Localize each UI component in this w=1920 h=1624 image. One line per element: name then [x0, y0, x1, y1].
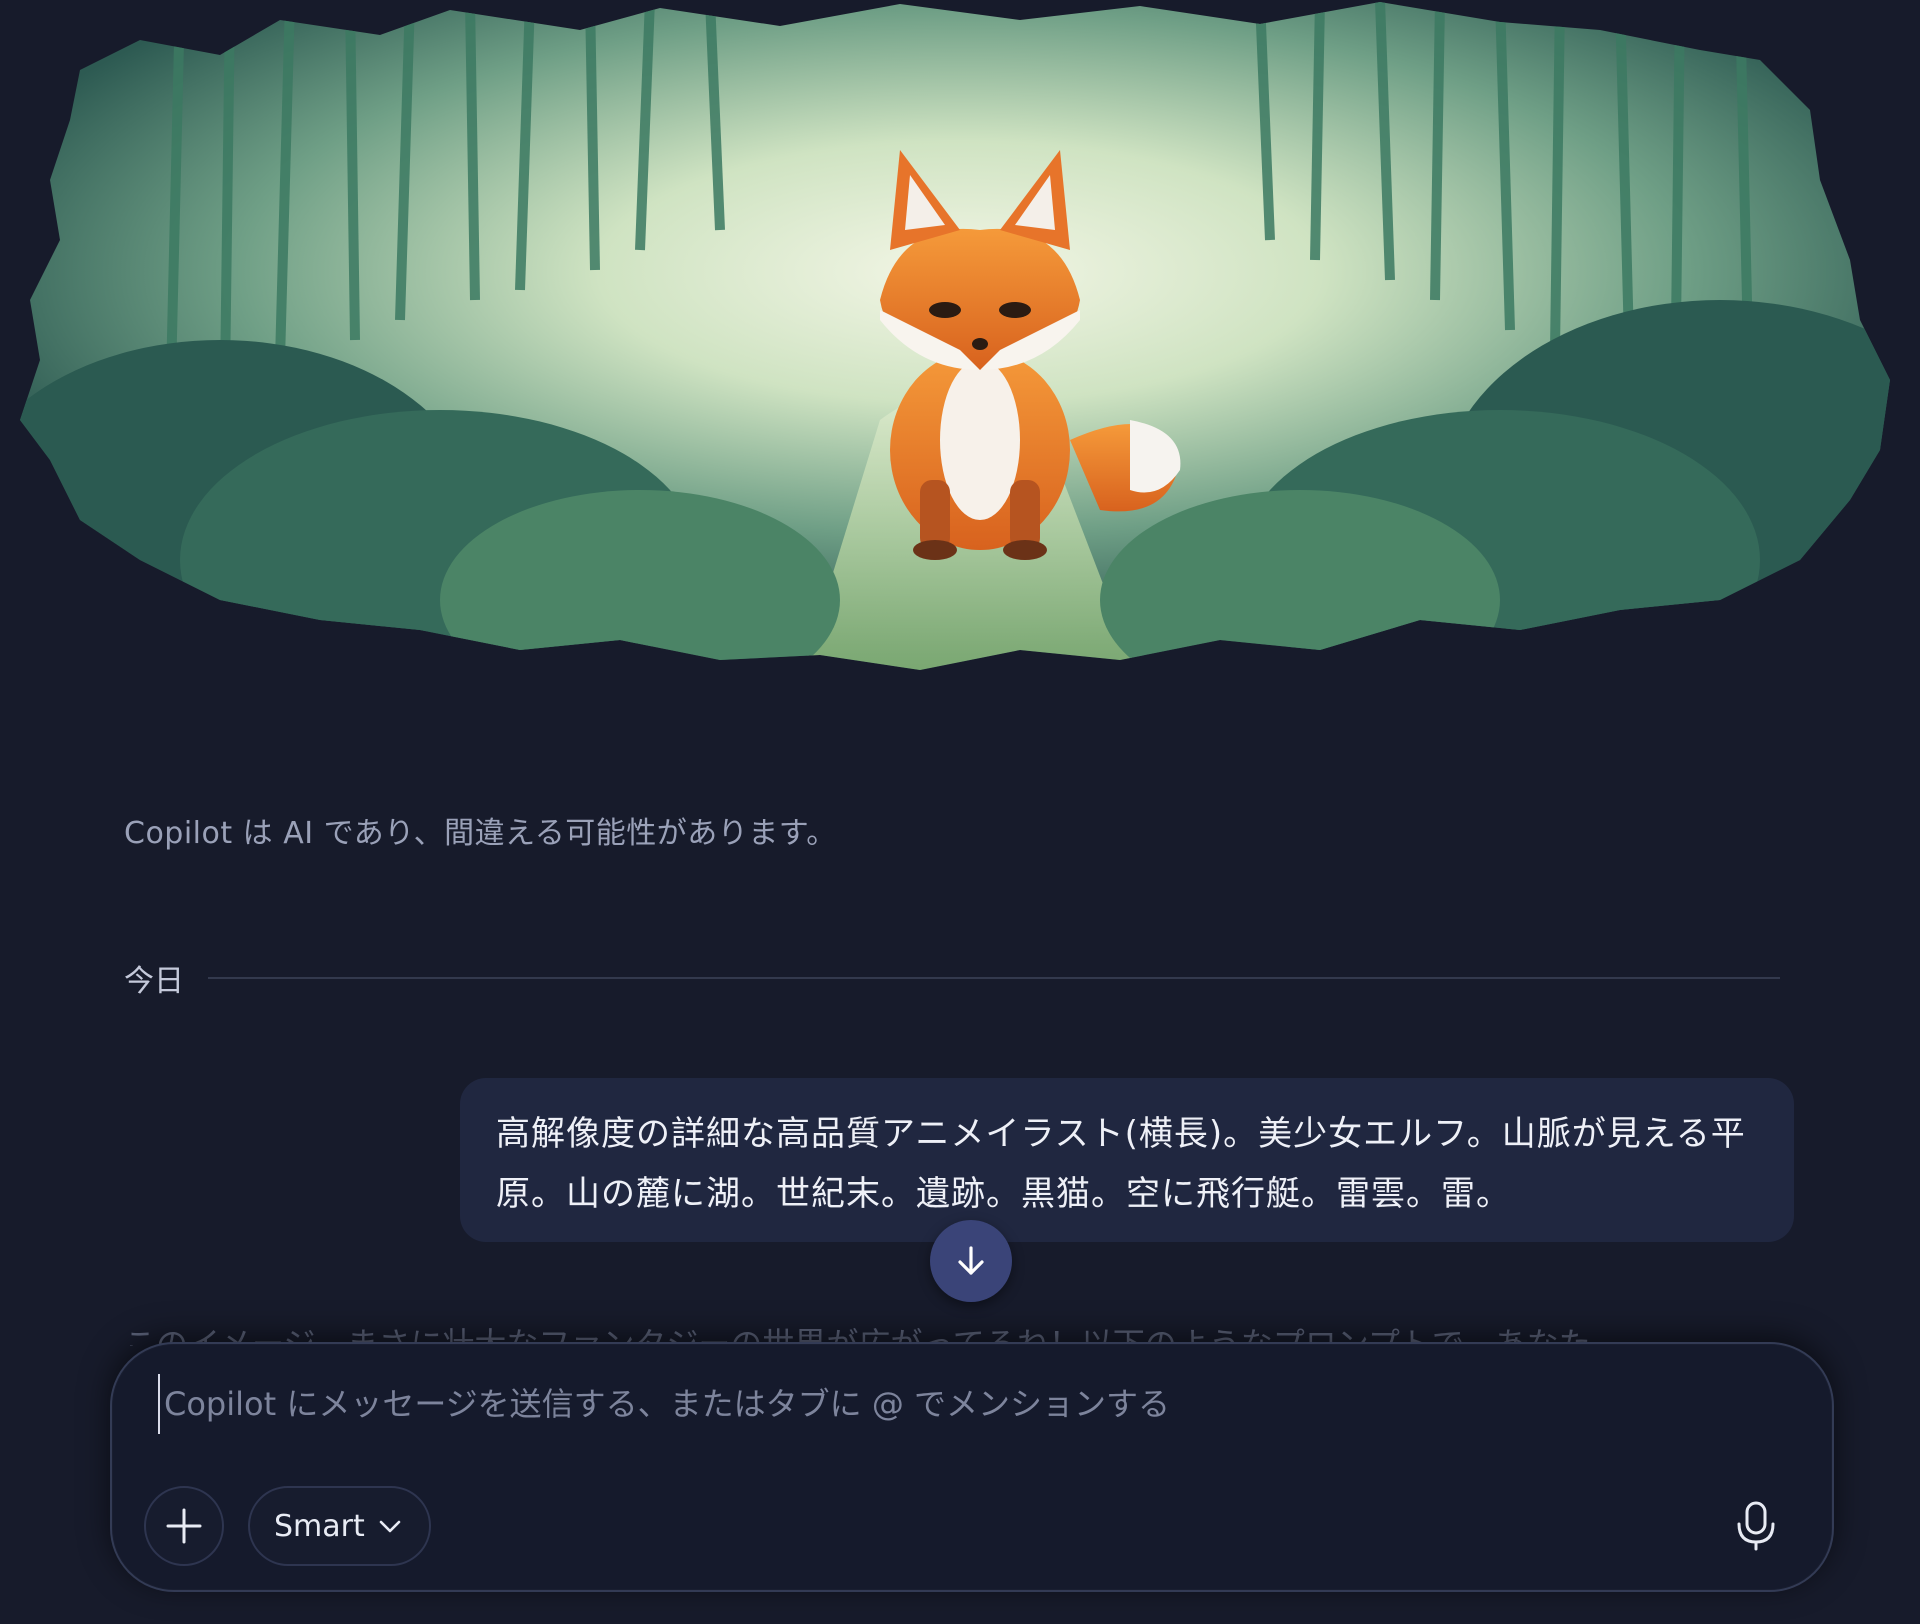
mode-selector-label: Smart	[274, 1508, 365, 1544]
hero-illustration	[20, 0, 1900, 680]
plus-icon	[166, 1508, 202, 1544]
message-input[interactable]	[158, 1374, 1764, 1434]
chevron-down-icon	[379, 1520, 401, 1533]
fox-forest-image	[20, 2, 1890, 670]
user-message-bubble: 高解像度の詳細な高品質アニメイラスト(横長)。美少女エルフ。山脈が見える平原。山…	[460, 1078, 1794, 1242]
microphone-icon	[1737, 1501, 1775, 1551]
voice-input-button[interactable]	[1724, 1494, 1788, 1558]
divider-line	[208, 977, 1780, 979]
message-composer: Smart	[110, 1342, 1834, 1592]
arrow-down-icon	[958, 1246, 984, 1275]
user-message-text: 高解像度の詳細な高品質アニメイラスト(横長)。美少女エルフ。山脈が見える平原。山…	[496, 1114, 1746, 1214]
date-divider: 今日	[124, 956, 1780, 1000]
scroll-to-bottom-button[interactable]	[930, 1220, 1012, 1302]
date-divider-label: 今日	[124, 964, 184, 999]
mode-selector-button[interactable]: Smart	[248, 1486, 431, 1566]
copilot-chat-page: Copilot は AI であり、間違える可能性があります。 今日 高解像度の詳…	[0, 0, 1920, 1624]
add-attachment-button[interactable]	[144, 1486, 224, 1566]
ai-disclaimer: Copilot は AI であり、間違える可能性があります。	[124, 816, 837, 851]
